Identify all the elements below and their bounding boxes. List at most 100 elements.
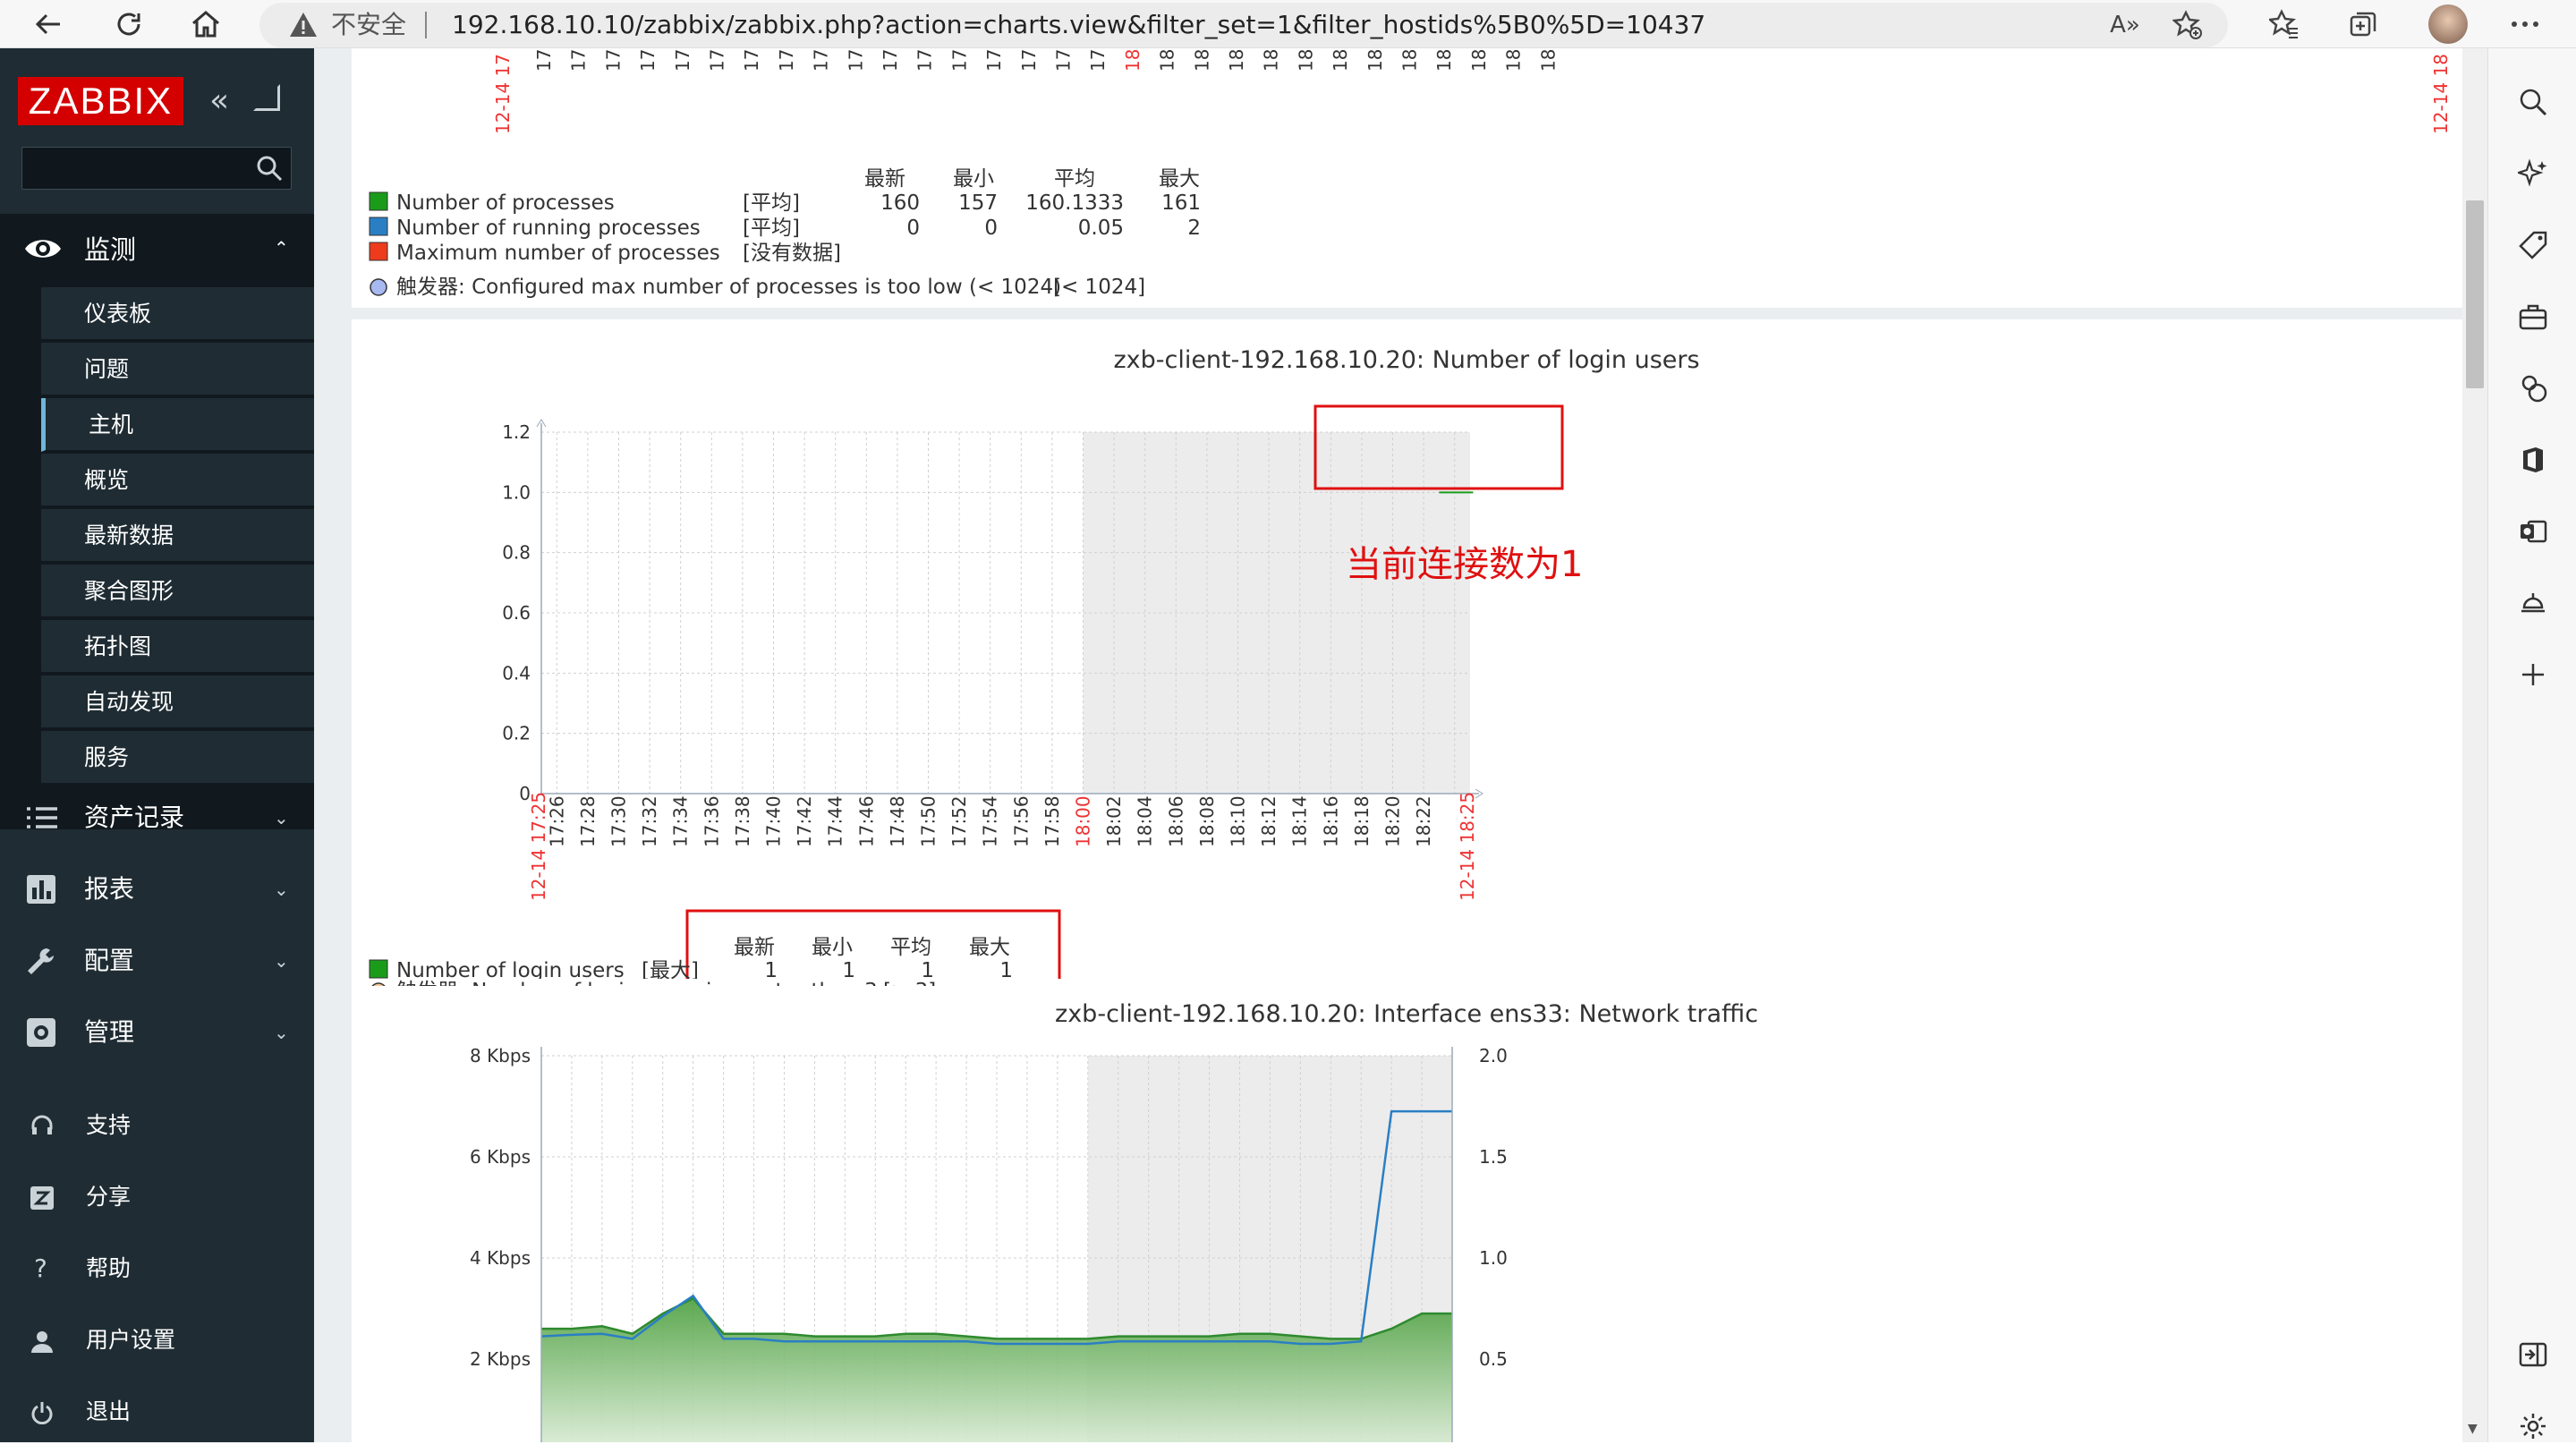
submenu-hosts[interactable]: 主机	[41, 398, 314, 452]
menu-reports-label: 报表	[84, 874, 135, 904]
scroll-down-icon[interactable]: ▼	[2468, 1422, 2478, 1436]
legend-value: 0	[906, 217, 920, 240]
read-aloud-icon[interactable]: A»	[2103, 3, 2147, 47]
drop-icon[interactable]	[2488, 576, 2576, 630]
outlook-icon[interactable]	[2488, 505, 2576, 558]
chevron-down-icon: ⌄	[274, 879, 289, 900]
graph-title: zxb-client-192.168.10.20: Number of logi…	[1113, 346, 1699, 374]
legend-header-max: 最大	[969, 936, 1010, 959]
insecure-label[interactable]: 不安全	[331, 3, 406, 47]
legend-func: [没有数据]	[743, 242, 841, 265]
y-tick-label: 1.2	[502, 421, 531, 443]
x-tick-label: 17:50	[918, 795, 939, 847]
x-tick-label: 17:46	[855, 795, 877, 847]
kiosk-mode-icon[interactable]	[253, 84, 280, 111]
menu-monitoring[interactable]: 监测 ⌃	[0, 214, 314, 285]
copilot-sparkle-icon[interactable]	[2488, 147, 2576, 200]
legend-header-min: 最小	[953, 167, 994, 191]
office-icon[interactable]	[2488, 433, 2576, 487]
footer-user-settings[interactable]: 用户设置	[0, 1313, 314, 1367]
x-tick-label: 17:42	[794, 795, 815, 847]
chevron-down-icon: ⌄	[274, 950, 289, 972]
footer-share[interactable]: 分享	[0, 1170, 314, 1224]
share-z-icon	[30, 1186, 54, 1210]
sidebar-search-input[interactable]	[21, 147, 292, 190]
x-end-label: 12-14 18:25	[1457, 792, 1478, 901]
x-tick-label: 17:30	[608, 795, 630, 847]
zabbix-logo[interactable]: ZABBIX	[18, 77, 183, 125]
x-tick-label: 18	[1399, 49, 1421, 72]
x-tick-label: 17	[845, 49, 866, 72]
x-tick-label: 18	[1365, 49, 1386, 72]
footer-support[interactable]: 支持	[0, 1099, 314, 1152]
sidebar-toggle-icon[interactable]	[2488, 1328, 2576, 1381]
menu-administration[interactable]: 管理 ⌄	[0, 1006, 314, 1059]
plot-area: 00.20.40.60.81.01.217:26 17:28 17:30 17:32 1…	[502, 419, 1484, 901]
x-start-label: 12-14 17	[492, 54, 514, 134]
more-icon[interactable]	[2499, 0, 2551, 48]
collections-icon[interactable]	[2337, 0, 2389, 48]
footer-help[interactable]: ? 帮助	[0, 1242, 314, 1296]
menu-configuration[interactable]: 配置 ⌄	[0, 934, 314, 988]
x-tick-label: 18	[1226, 49, 1247, 72]
settings-gear-icon[interactable]	[2488, 1399, 2576, 1453]
graph-processes-x-ticks: 17 17 17 17 17 17 17 17 17 17 17 17 17 17 17 17 17 18 18 18…	[533, 49, 1559, 72]
trigger-indicator	[370, 278, 387, 296]
list-icon	[27, 807, 57, 828]
favorite-add-icon[interactable]	[2165, 3, 2210, 47]
warning-icon[interactable]	[288, 10, 319, 40]
submenu-latest-data[interactable]: 最新数据	[41, 509, 314, 563]
legend-value: 2	[1187, 217, 1201, 240]
submenu-services[interactable]: 服务	[41, 731, 314, 785]
legend-value: 161	[1161, 191, 1201, 215]
tools-briefcase-icon[interactable]	[2488, 290, 2576, 344]
legend-name: Number of running processes	[396, 217, 701, 240]
footer-logout[interactable]: 退出	[0, 1385, 314, 1439]
x-tick-label: 17	[914, 49, 936, 72]
x-tick-label: 18	[1157, 49, 1178, 72]
url-text[interactable]: 192.168.10.10/zabbix/zabbix.php?action=c…	[452, 3, 1705, 47]
browser-toolbar: 不安全 192.168.10.10/zabbix/zabbix.php?acti…	[0, 0, 2576, 48]
scrollbar-thumb[interactable]	[2466, 200, 2484, 388]
x-tick-label: 17:32	[639, 795, 660, 847]
x-tick-label: 17	[672, 49, 693, 72]
search-icon[interactable]	[255, 154, 284, 183]
favorites-icon[interactable]	[2258, 0, 2310, 48]
menu-reports[interactable]: 报表 ⌄	[0, 862, 314, 916]
address-separator	[425, 12, 427, 38]
page-scrollbar[interactable]: ▼	[2462, 48, 2487, 1442]
x-tick-label: 17	[568, 49, 590, 72]
submenu-discovery[interactable]: 自动发现	[41, 676, 314, 729]
menu-inventory[interactable]: 资产记录 ⌄	[0, 791, 314, 845]
chevron-down-icon: ⌄	[274, 1022, 289, 1043]
address-bar[interactable]: 不安全 192.168.10.10/zabbix/zabbix.php?acti…	[259, 3, 2228, 47]
x-tick-label: 17	[1053, 49, 1075, 72]
x-tick-label: 17:28	[577, 795, 599, 847]
submenu-dashboard[interactable]: 仪表板	[41, 287, 314, 341]
search-icon[interactable]	[2488, 75, 2576, 129]
x-tick-label: 18:04	[1135, 795, 1156, 847]
legend-func: [平均]	[743, 191, 800, 215]
x-tick-label: 18	[1433, 49, 1455, 72]
x-tick-label: 17	[602, 49, 624, 72]
legend-value: 0	[984, 217, 998, 240]
collapse-sidebar-icon[interactable]: «	[209, 82, 229, 119]
submenu-overview[interactable]: 概览	[41, 454, 314, 507]
legend-header-min: 最小	[812, 936, 853, 959]
submenu-maps[interactable]: 拓扑图	[41, 620, 314, 674]
legend-header-avg: 平均	[890, 936, 931, 959]
x-tick-label: 17	[983, 49, 1005, 72]
home-icon[interactable]	[179, 0, 233, 48]
y-tick-label-left: 4 Kbps	[470, 1247, 531, 1269]
reload-icon[interactable]	[102, 0, 156, 48]
shopping-tag-icon[interactable]	[2488, 218, 2576, 272]
back-icon[interactable]	[21, 0, 75, 48]
x-tick-label: 18	[1330, 49, 1351, 72]
submenu-problems[interactable]: 问题	[41, 343, 314, 396]
add-icon[interactable]	[2488, 648, 2576, 701]
x-tick-label: 18	[1261, 49, 1282, 72]
graph-network-traffic: zxb-client-192.168.10.20: Interface ens3…	[470, 1000, 1758, 1453]
profile-avatar[interactable]	[2428, 4, 2468, 44]
submenu-screens[interactable]: 聚合图形	[41, 565, 314, 618]
games-icon[interactable]	[2488, 361, 2576, 415]
